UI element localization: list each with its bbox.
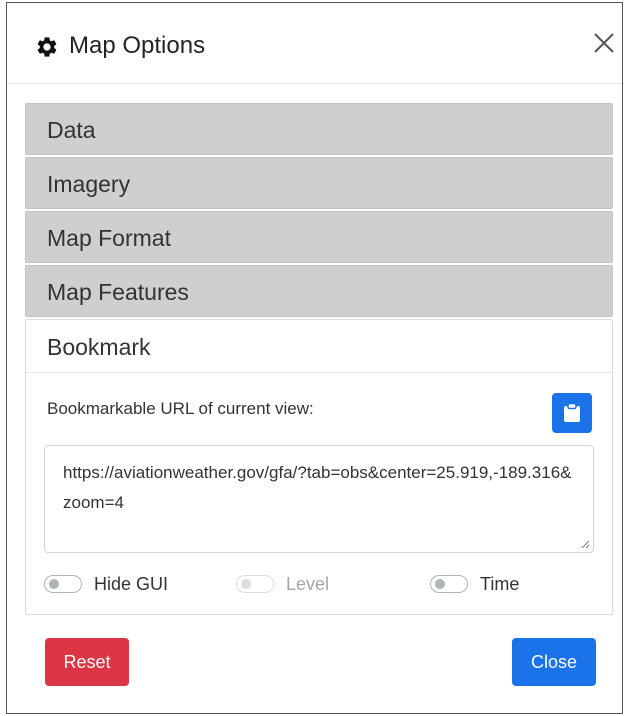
reset-button[interactable]: Reset [45, 638, 129, 686]
level-toggle: Level [236, 569, 329, 599]
section-data[interactable]: Data [25, 103, 613, 155]
clipboard-icon [564, 403, 580, 422]
section-bookmark-header[interactable]: Bookmark [26, 320, 612, 373]
toggle-knob [49, 579, 59, 589]
close-button[interactable]: Close [512, 638, 596, 686]
section-map-format[interactable]: Map Format [25, 211, 613, 263]
level-label: Level [286, 573, 330, 594]
map-options-dialog: Map Options Data Imagery Map Format Map … [6, 2, 623, 714]
dialog-header: Map Options [7, 3, 622, 84]
time-label: Time [480, 573, 520, 594]
bookmark-url-field[interactable]: https://aviationweather.gov/gfa/?tab=obs… [44, 445, 594, 553]
copy-url-button[interactable] [552, 393, 592, 433]
toggle-knob [241, 579, 251, 589]
bookmark-url-text: https://aviationweather.gov/gfa/?tab=obs… [63, 463, 572, 512]
toggle-switch[interactable] [44, 575, 82, 593]
toggle-row: Hide GUI Level Time [44, 569, 604, 599]
toggle-switch[interactable] [430, 575, 468, 593]
bookmark-panel: Bookmarkable URL of current view: https:… [26, 373, 612, 615]
close-icon[interactable] [592, 31, 616, 55]
hide-gui-toggle[interactable]: Hide GUI [44, 569, 168, 599]
gear-icon [35, 35, 59, 59]
toggle-switch [236, 575, 274, 593]
toggle-knob [435, 579, 445, 589]
resize-grip-icon[interactable] [580, 539, 590, 549]
dialog-title: Map Options [69, 32, 206, 59]
section-bookmark: Bookmark Bookmarkable URL of current vie… [25, 319, 613, 615]
section-map-features[interactable]: Map Features [25, 265, 613, 317]
hide-gui-label: Hide GUI [94, 573, 169, 594]
section-imagery[interactable]: Imagery [25, 157, 613, 209]
options-accordion: Data Imagery Map Format Map Features Boo… [25, 103, 613, 615]
time-toggle[interactable]: Time [430, 569, 519, 599]
url-label: Bookmarkable URL of current view: [47, 399, 314, 418]
